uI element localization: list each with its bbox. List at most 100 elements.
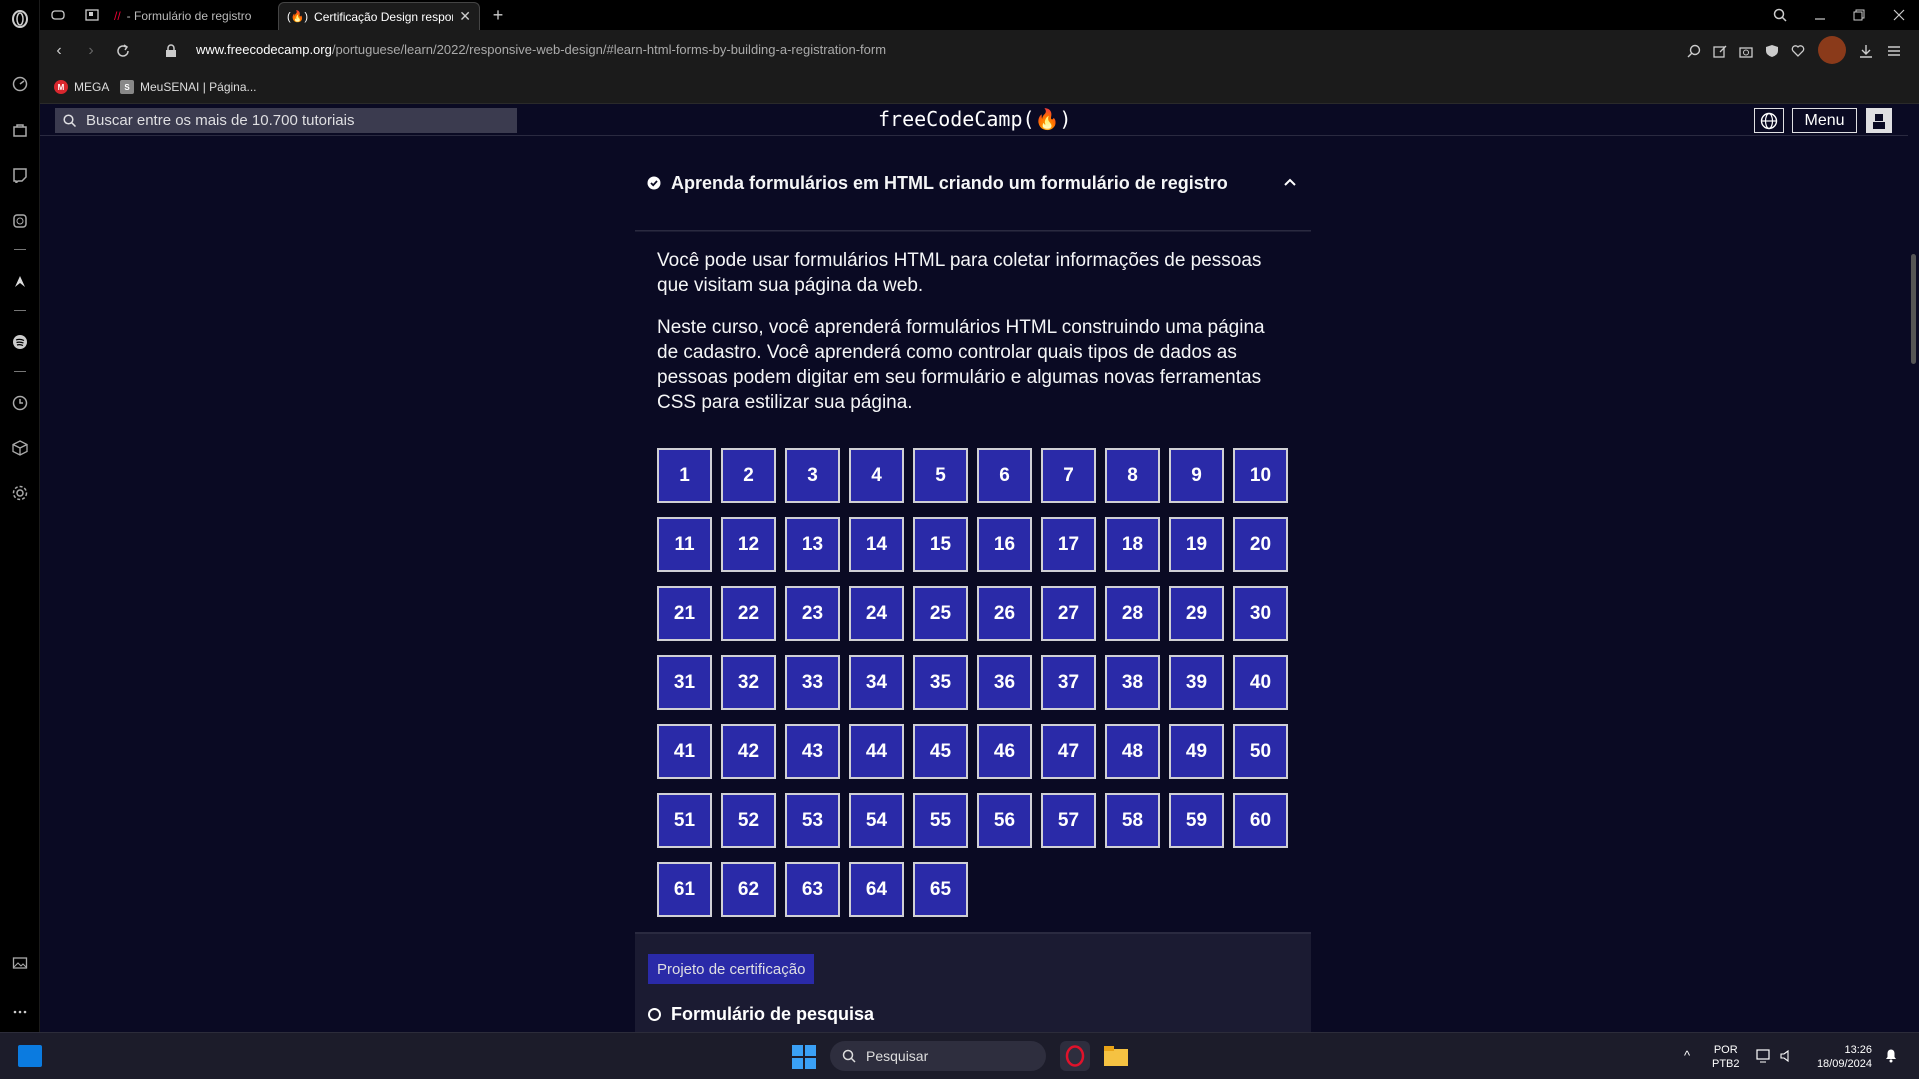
opera-logo-icon[interactable] — [9, 8, 31, 30]
step-button[interactable]: 32 — [721, 655, 776, 710]
shield-icon[interactable] — [1762, 41, 1782, 61]
settings-gear-icon[interactable] — [9, 482, 31, 504]
step-button[interactable]: 44 — [849, 724, 904, 779]
step-button[interactable]: 38 — [1105, 655, 1160, 710]
tab-responsive-design-cert[interactable]: (🔥) Certificação Design responsivo ✕ — [278, 2, 480, 30]
bookmark-mega[interactable]: M MEGA — [54, 80, 109, 94]
network-icon[interactable] — [1756, 1049, 1772, 1067]
step-button[interactable]: 5 — [913, 448, 968, 503]
url-field[interactable]: www.freecodecamp.org/portuguese/learn/20… — [196, 42, 886, 57]
step-button[interactable]: 29 — [1169, 586, 1224, 641]
whatsapp-icon[interactable] — [9, 210, 31, 232]
step-button[interactable]: 65 — [913, 862, 968, 917]
step-button[interactable]: 26 — [977, 586, 1032, 641]
clock[interactable]: 13:26 18/09/2024 — [1812, 1043, 1872, 1071]
step-button[interactable]: 58 — [1105, 793, 1160, 848]
step-button[interactable]: 45 — [913, 724, 968, 779]
twitch-icon[interactable] — [9, 164, 31, 186]
step-button[interactable]: 24 — [849, 586, 904, 641]
step-button[interactable]: 42 — [721, 724, 776, 779]
more-options-icon[interactable] — [9, 1001, 31, 1023]
back-icon[interactable]: ‹ — [48, 40, 70, 62]
easy-setup-menu-icon[interactable] — [1884, 41, 1904, 61]
step-button[interactable]: 55 — [913, 793, 968, 848]
step-button[interactable]: 33 — [785, 655, 840, 710]
bookmark-meusenai[interactable]: S MeuSENAI | Página... — [120, 80, 257, 94]
heart-icon[interactable] — [1788, 41, 1808, 61]
extensions-box-icon[interactable] — [9, 437, 31, 459]
workspaces-icon[interactable] — [44, 4, 72, 26]
lock-icon[interactable] — [160, 40, 182, 62]
search-tabs-icon[interactable] — [1766, 4, 1794, 26]
step-button[interactable]: 19 — [1169, 517, 1224, 572]
step-button[interactable]: 41 — [657, 724, 712, 779]
step-button[interactable]: 1 — [657, 448, 712, 503]
windows-start-icon[interactable] — [792, 1045, 816, 1074]
step-button[interactable]: 43 — [785, 724, 840, 779]
page-scrollbar[interactable] — [1908, 104, 1919, 1032]
volume-icon[interactable] — [1780, 1049, 1794, 1067]
tray-chevron-icon[interactable]: ^ — [1684, 1049, 1690, 1063]
menu-button[interactable]: Menu — [1792, 108, 1857, 133]
fcc-logo[interactable]: freeCodeCamp(🔥) — [878, 107, 1071, 131]
step-button[interactable]: 40 — [1233, 655, 1288, 710]
step-button[interactable]: 59 — [1169, 793, 1224, 848]
step-button[interactable]: 61 — [657, 862, 712, 917]
step-button[interactable]: 11 — [657, 517, 712, 572]
step-button[interactable]: 6 — [977, 448, 1032, 503]
step-button[interactable]: 21 — [657, 586, 712, 641]
step-button[interactable]: 3 — [785, 448, 840, 503]
download-icon[interactable] — [1856, 41, 1876, 61]
step-button[interactable]: 64 — [849, 862, 904, 917]
notification-bell-icon[interactable] — [1884, 1047, 1898, 1067]
step-button[interactable]: 63 — [785, 862, 840, 917]
tab-island-icon[interactable] — [78, 4, 106, 26]
step-button[interactable]: 13 — [785, 517, 840, 572]
step-button[interactable]: 36 — [977, 655, 1032, 710]
step-button[interactable]: 35 — [913, 655, 968, 710]
minimize-icon[interactable] — [1806, 4, 1834, 26]
step-button[interactable]: 27 — [1041, 586, 1096, 641]
step-button[interactable]: 52 — [721, 793, 776, 848]
widgets-icon[interactable] — [18, 1045, 42, 1067]
step-button[interactable]: 34 — [849, 655, 904, 710]
gallery-icon[interactable] — [9, 952, 31, 974]
taskbar-search-input[interactable]: Pesquisar — [830, 1041, 1046, 1071]
close-tab-icon[interactable]: ✕ — [459, 8, 471, 25]
step-button[interactable]: 39 — [1169, 655, 1224, 710]
step-button[interactable]: 28 — [1105, 586, 1160, 641]
forward-icon[interactable]: › — [80, 40, 102, 62]
new-tab-button[interactable]: + — [484, 4, 512, 26]
step-button[interactable]: 4 — [849, 448, 904, 503]
step-button[interactable]: 50 — [1233, 724, 1288, 779]
search-page-icon[interactable] — [1684, 41, 1704, 61]
step-button[interactable]: 16 — [977, 517, 1032, 572]
step-button[interactable]: 31 — [657, 655, 712, 710]
user-avatar-icon[interactable] — [1866, 108, 1892, 133]
step-button[interactable]: 30 — [1233, 586, 1288, 641]
step-button[interactable]: 60 — [1233, 793, 1288, 848]
step-button[interactable]: 12 — [721, 517, 776, 572]
step-button[interactable]: 62 — [721, 862, 776, 917]
step-button[interactable]: 54 — [849, 793, 904, 848]
speed-dial-icon[interactable] — [9, 73, 31, 95]
step-button[interactable]: 15 — [913, 517, 968, 572]
restore-icon[interactable] — [1845, 4, 1873, 26]
shopping-icon[interactable] — [9, 119, 31, 141]
search-input[interactable]: Buscar entre os mais de 10.700 tutoriais — [55, 108, 517, 133]
step-button[interactable]: 46 — [977, 724, 1032, 779]
step-button[interactable]: 57 — [1041, 793, 1096, 848]
camera-icon[interactable] — [1736, 41, 1756, 61]
step-button[interactable]: 49 — [1169, 724, 1224, 779]
chevron-up-icon[interactable] — [1283, 174, 1297, 190]
step-button[interactable]: 22 — [721, 586, 776, 641]
step-button[interactable]: 9 — [1169, 448, 1224, 503]
step-button[interactable]: 7 — [1041, 448, 1096, 503]
scrollbar-thumb[interactable] — [1911, 254, 1916, 364]
step-button[interactable]: 20 — [1233, 517, 1288, 572]
step-button[interactable]: 37 — [1041, 655, 1096, 710]
step-button[interactable]: 56 — [977, 793, 1032, 848]
history-icon[interactable] — [9, 392, 31, 414]
language-indicator[interactable]: POR PTB2 — [1712, 1043, 1740, 1071]
reload-icon[interactable] — [112, 40, 134, 62]
